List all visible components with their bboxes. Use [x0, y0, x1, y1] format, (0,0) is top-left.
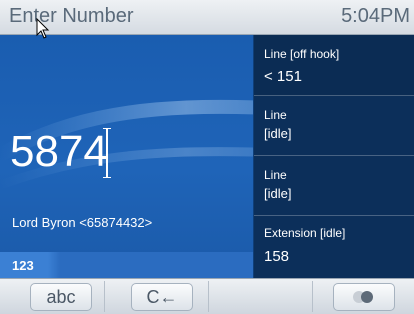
line-item-1[interactable]: Line [off hook] < 151: [254, 35, 414, 96]
line-status: < 151: [264, 68, 302, 85]
dial-pane[interactable]: 5874 Lord Byron <65874432>: [0, 35, 253, 278]
line-item-3[interactable]: Line [idle]: [254, 156, 414, 216]
softkey-bar: abc C←: [0, 278, 414, 314]
left-arrow-icon: ←: [159, 287, 178, 307]
title-bar: Enter Number 5:04PM: [0, 0, 414, 35]
line-label: Line: [264, 108, 287, 122]
backspace-label: C: [146, 287, 160, 307]
line-panel: Line [off hook] < 151 Line [idle] Line […: [254, 35, 414, 278]
contact-match: Lord Byron <65874432>: [12, 215, 153, 230]
line-item-2[interactable]: Line [idle]: [254, 96, 414, 156]
toggle-dots-icon: [353, 291, 375, 303]
input-mode-label: 123: [12, 258, 34, 273]
page-title: Enter Number: [9, 5, 134, 27]
line-label: Extension [idle]: [264, 226, 346, 240]
input-mode-indicator: 123: [0, 252, 60, 278]
line-status: [idle]: [264, 126, 292, 141]
dialed-number: 5874: [10, 127, 108, 176]
clock: 5:04PM: [341, 5, 410, 27]
divider: [208, 281, 209, 312]
divider: [312, 281, 313, 312]
line-item-4[interactable]: Extension [idle] 158: [254, 216, 414, 278]
abc-mode-button[interactable]: abc: [30, 283, 92, 311]
line-label: Line: [264, 168, 287, 182]
mouse-pointer-icon: [36, 18, 50, 39]
line-status: 158: [264, 248, 290, 265]
line-status: [idle]: [264, 186, 292, 201]
divider: [104, 281, 105, 312]
backspace-button[interactable]: C←: [131, 283, 193, 311]
line-label: Line [off hook]: [264, 47, 340, 61]
toggle-button[interactable]: [333, 283, 395, 311]
text-caret: [103, 128, 111, 178]
